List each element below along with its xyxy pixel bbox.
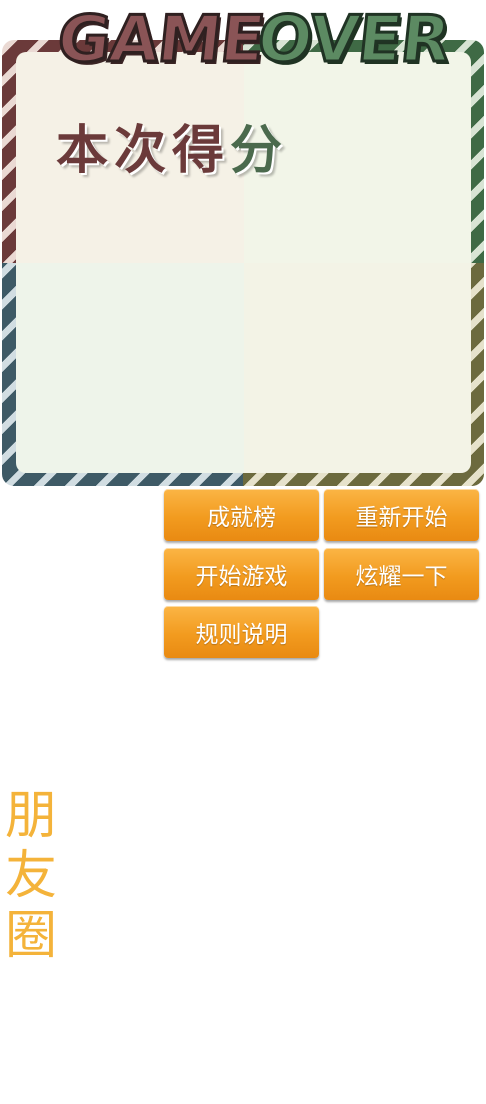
game-over-title: GAME OVER	[0, 2, 486, 79]
score-label: 本次得分	[56, 108, 288, 183]
moments-share-link[interactable]: 朋 友 圈	[2, 786, 60, 966]
share-button[interactable]: 炫耀一下	[324, 548, 479, 600]
restart-button[interactable]: 重新开始	[324, 489, 479, 541]
rules-button[interactable]: 规则说明	[164, 606, 319, 658]
title-game-word: GAME	[53, 2, 269, 79]
leaderboard-button[interactable]: 成就榜	[164, 489, 319, 541]
panel-quadrant	[16, 262, 244, 473]
score-label-part2: 分	[230, 120, 289, 181]
score-label-part1: 本次得	[56, 120, 231, 181]
moments-char: 朋	[4, 786, 57, 846]
moments-char: 圈	[4, 906, 57, 966]
title-over-word: OVER	[253, 2, 455, 79]
start-game-button[interactable]: 开始游戏	[164, 548, 319, 600]
moments-char: 友	[4, 846, 57, 906]
panel-quadrant	[243, 262, 471, 473]
